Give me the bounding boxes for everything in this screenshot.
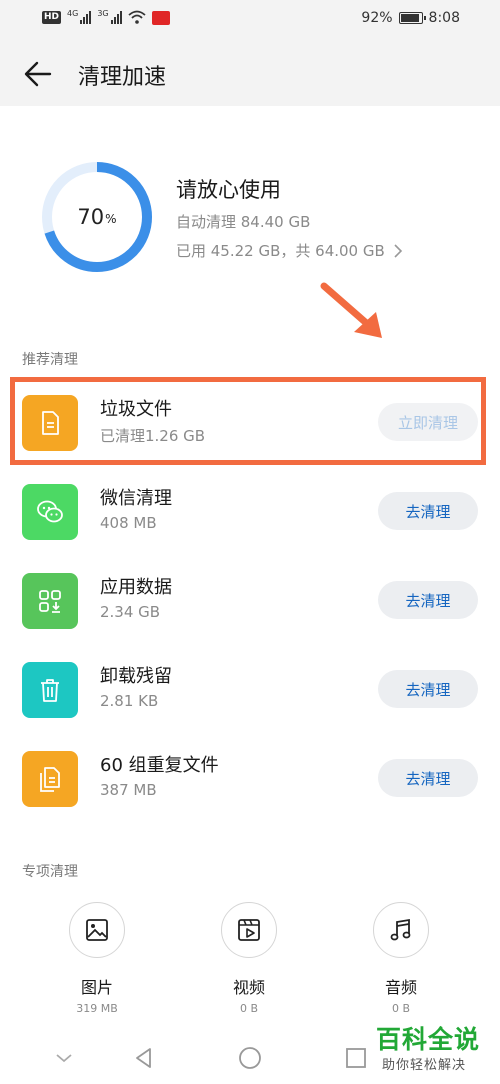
recommend-item-name: 微信清理 [100, 488, 172, 509]
wifi-icon [128, 10, 146, 24]
storage-percent-unit: % [105, 212, 117, 226]
clock: 8:08 [428, 10, 460, 26]
storage-percent: 70% [40, 160, 154, 274]
auto-clean-text: 自动清理 84.40 GB [176, 213, 311, 231]
clean-button[interactable]: 去清理 [378, 670, 478, 708]
app-header: 清理加速 [0, 48, 500, 98]
nav-home-icon[interactable] [236, 1044, 264, 1072]
recommend-item-size: 2.34 GB [100, 603, 161, 621]
recommend-item[interactable]: 60 组重复文件 387 MB 去清理 [0, 735, 500, 821]
special-item-name: 图片 [80, 978, 113, 997]
recommend-item-name: 卸载残留 [100, 666, 172, 687]
nav-back-icon[interactable] [130, 1044, 158, 1072]
special-item[interactable]: 音频 0 B [346, 902, 456, 1015]
back-arrow-icon[interactable] [22, 58, 54, 90]
storage-percent-value: 70 [77, 205, 105, 229]
recommend-item-name: 60 组重复文件 [100, 755, 219, 776]
summary-title: 请放心使用 [176, 178, 281, 202]
watermark-logo: 百科全说 [376, 1025, 481, 1054]
storage-usage-link[interactable]: 已用 45.22 GB，共 64.00 GB [176, 240, 403, 261]
storage-usage-text: 已用 45.22 GB，共 64.00 GB [176, 242, 385, 260]
special-item-size: 0 B [239, 1002, 259, 1015]
huawei-app-icon [151, 11, 170, 25]
status-right: 92% 8:08 [361, 10, 460, 26]
wechat-icon [22, 484, 78, 540]
trash-icon [22, 662, 78, 718]
recommend-item-name: 应用数据 [100, 577, 172, 598]
signal-icon-2 [110, 10, 122, 24]
special-item-size: 319 MB [76, 1002, 118, 1015]
music-icon [373, 902, 429, 958]
clean-button[interactable]: 去清理 [378, 492, 478, 530]
status-bar: HD 4G 3G 92% 8:08 [0, 0, 500, 38]
watermark-slogan: 助你轻松解决 [382, 1058, 467, 1073]
signal-icon [80, 10, 92, 24]
network-type-1: 4G [67, 9, 79, 18]
recommend-item[interactable]: 卸载残留 2.81 KB 去清理 [0, 646, 500, 732]
battery-percent: 92% [361, 10, 393, 26]
recommend-item-size: 2.81 KB [100, 692, 159, 710]
chevron-right-icon [394, 243, 402, 258]
duplicate-files-icon [22, 751, 78, 807]
network-type-2: 3G [97, 9, 109, 18]
battery-icon [398, 12, 426, 24]
special-item[interactable]: 视频 0 B [194, 902, 304, 1015]
hd-indicator: HD [42, 11, 62, 24]
recommend-item-size: 387 MB [100, 781, 157, 799]
nav-recents-icon[interactable] [342, 1044, 370, 1072]
page-title: 清理加速 [78, 65, 167, 90]
clean-button[interactable]: 去清理 [378, 759, 478, 797]
special-section-label: 专项清理 [22, 864, 78, 880]
video-icon [221, 902, 277, 958]
app-data-icon [22, 573, 78, 629]
annotation-highlight-box [10, 377, 486, 465]
special-item-size: 0 B [391, 1002, 411, 1015]
special-item-name: 音频 [384, 978, 417, 997]
clean-button[interactable]: 去清理 [378, 581, 478, 619]
recommend-item[interactable]: 应用数据 2.34 GB 去清理 [0, 557, 500, 643]
recommend-section-label: 推荐清理 [22, 352, 78, 368]
special-item[interactable]: 图片 319 MB [42, 902, 152, 1015]
special-item-name: 视频 [232, 978, 265, 997]
annotation-arrow-icon [320, 282, 382, 338]
recommend-item[interactable]: 微信清理 408 MB 去清理 [0, 468, 500, 554]
image-icon [69, 902, 125, 958]
recommend-item-size: 408 MB [100, 514, 157, 532]
status-left: HD 4G 3G [42, 9, 170, 25]
chevron-down-icon[interactable] [50, 1044, 78, 1072]
